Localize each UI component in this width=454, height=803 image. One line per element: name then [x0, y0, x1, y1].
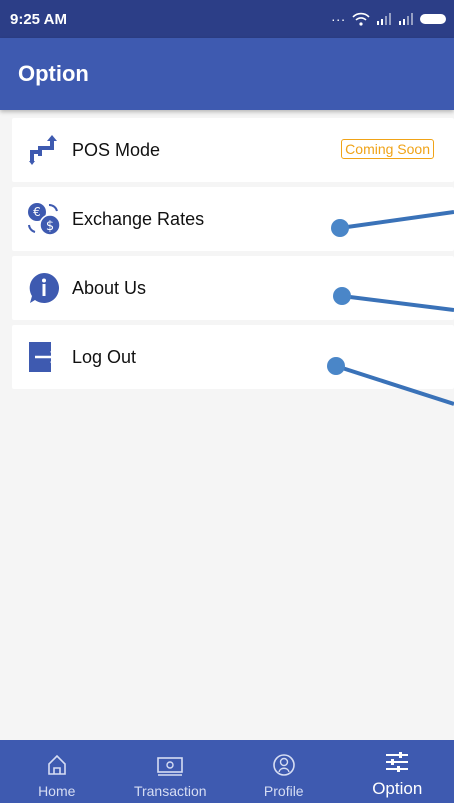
info-icon — [22, 271, 66, 305]
battery-icon — [420, 14, 446, 24]
nav-label: Transaction — [133, 783, 207, 799]
svg-text:$: $ — [46, 219, 54, 234]
banknote-icon — [157, 757, 184, 776]
more-dots-icon: ... — [331, 8, 346, 24]
svg-text:€: € — [33, 205, 41, 219]
menu-item-label: POS Mode — [72, 139, 161, 160]
nav-option[interactable]: Option — [341, 740, 454, 803]
wifi-icon — [352, 12, 370, 26]
options-list: POS Mode Coming Soon € $ Exchange Rates … — [12, 118, 454, 394]
home-icon — [47, 754, 66, 775]
menu-item-log-out[interactable]: Log Out — [12, 325, 454, 389]
status-bar: 9:25 AM ... — [0, 0, 454, 38]
profile-icon — [272, 754, 295, 776]
signal-icon — [399, 13, 413, 25]
menu-item-about-us[interactable]: About Us — [12, 256, 454, 320]
menu-item-label: About Us — [72, 277, 147, 298]
menu-item-label: Log Out — [72, 346, 137, 367]
nav-transaction[interactable]: Transaction — [114, 740, 228, 803]
menu-item-exchange-rates[interactable]: € $ Exchange Rates — [12, 187, 454, 251]
nav-label: Profile — [263, 783, 304, 799]
menu-item-pos-mode[interactable]: POS Mode Coming Soon — [12, 118, 454, 182]
signal-icon — [377, 13, 391, 25]
swap-arrows-icon — [22, 135, 66, 165]
nav-profile[interactable]: Profile — [227, 740, 341, 803]
bottom-navigation: Home Transaction Profile Option — [0, 740, 454, 803]
coming-soon-badge: Coming Soon — [341, 139, 434, 159]
page-title: Option — [18, 61, 89, 86]
nav-label: Option — [372, 779, 423, 798]
nav-home[interactable]: Home — [0, 740, 114, 803]
status-icons: ... — [331, 8, 446, 26]
nav-label: Home — [38, 783, 76, 799]
currency-exchange-icon: € $ — [22, 201, 66, 237]
sliders-icon — [386, 752, 409, 772]
logout-icon — [22, 340, 66, 374]
status-time: 9:25 AM — [10, 10, 67, 28]
app-bar: Option — [0, 38, 454, 110]
menu-item-label: Exchange Rates — [72, 208, 205, 229]
